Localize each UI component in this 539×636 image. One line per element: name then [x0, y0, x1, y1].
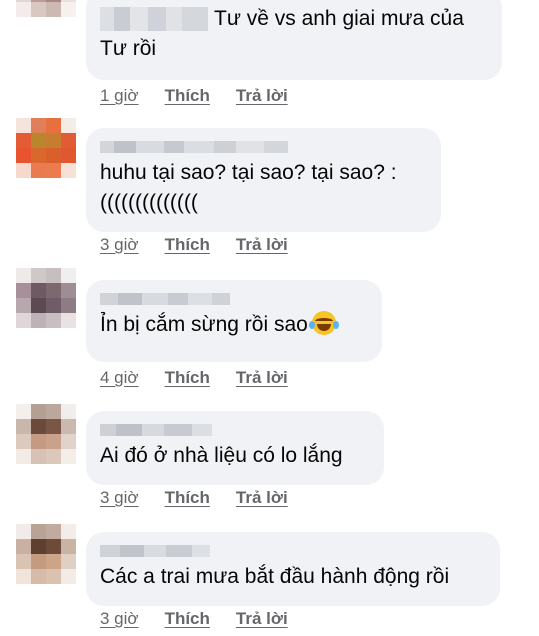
reply-button[interactable]: Trả lời [236, 86, 288, 106]
comment-bubble: Tư về vs anh giai mưa của Tư rồi [86, 0, 502, 80]
blurred-name[interactable] [100, 136, 427, 158]
like-button[interactable]: Thích [165, 609, 210, 629]
timestamp[interactable]: 4 giờ [100, 368, 139, 388]
avatar[interactable] [16, 118, 76, 193]
like-button[interactable]: Thích [165, 368, 210, 388]
blurred-name[interactable] [100, 419, 370, 441]
comment-text: Ỉn bị cắm sừng rồi sao [100, 310, 368, 340]
reply-button[interactable]: Trả lời [236, 488, 288, 508]
comment-actions: 3 giờ Thích Trả lời [100, 608, 288, 630]
comment-bubble: Ai đó ở nhà liệu có lo lắng [86, 411, 384, 485]
avatar[interactable] [16, 404, 76, 479]
reply-button[interactable]: Trả lời [236, 235, 288, 255]
comment-actions: 1 giờ Thích Trả lời [100, 85, 288, 107]
comment-actions: 3 giờ Thích Trả lời [100, 487, 288, 509]
comment-text: huhu tại sao? tại sao? tại sao? : ((((((… [100, 161, 397, 214]
avatar[interactable] [16, 268, 76, 343]
comment-text: Tư về vs anh giai mưa của Tư rồi [100, 7, 464, 60]
laugh-cry-emoji [308, 311, 339, 335]
comment-actions: 3 giờ Thích Trả lời [100, 234, 288, 256]
comment-bubble: Ỉn bị cắm sừng rồi sao [86, 280, 382, 362]
comment-actions: 4 giờ Thích Trả lời [100, 367, 288, 389]
blurred-name[interactable] [100, 288, 368, 310]
timestamp[interactable]: 3 giờ [100, 488, 139, 508]
blurred-name[interactable] [100, 7, 208, 32]
like-button[interactable]: Thích [165, 235, 210, 255]
comment-bubble: huhu tại sao? tại sao? tại sao? : ((((((… [86, 128, 441, 232]
like-button[interactable]: Thích [165, 488, 210, 508]
reply-button[interactable]: Trả lời [236, 609, 288, 629]
blurred-name[interactable] [100, 540, 486, 562]
comment-bubble: Các a trai mưa bắt đầu hành động rồi [86, 532, 500, 606]
avatar[interactable] [16, 0, 76, 47]
avatar[interactable] [16, 524, 76, 599]
comment-text: Các a trai mưa bắt đầu hành động rồi [100, 565, 450, 588]
timestamp[interactable]: 3 giờ [100, 609, 139, 629]
timestamp[interactable]: 1 giờ [100, 86, 139, 106]
like-button[interactable]: Thích [165, 86, 210, 106]
comment-text: Ai đó ở nhà liệu có lo lắng [100, 444, 343, 467]
reply-button[interactable]: Trả lời [236, 368, 288, 388]
timestamp[interactable]: 3 giờ [100, 235, 139, 255]
